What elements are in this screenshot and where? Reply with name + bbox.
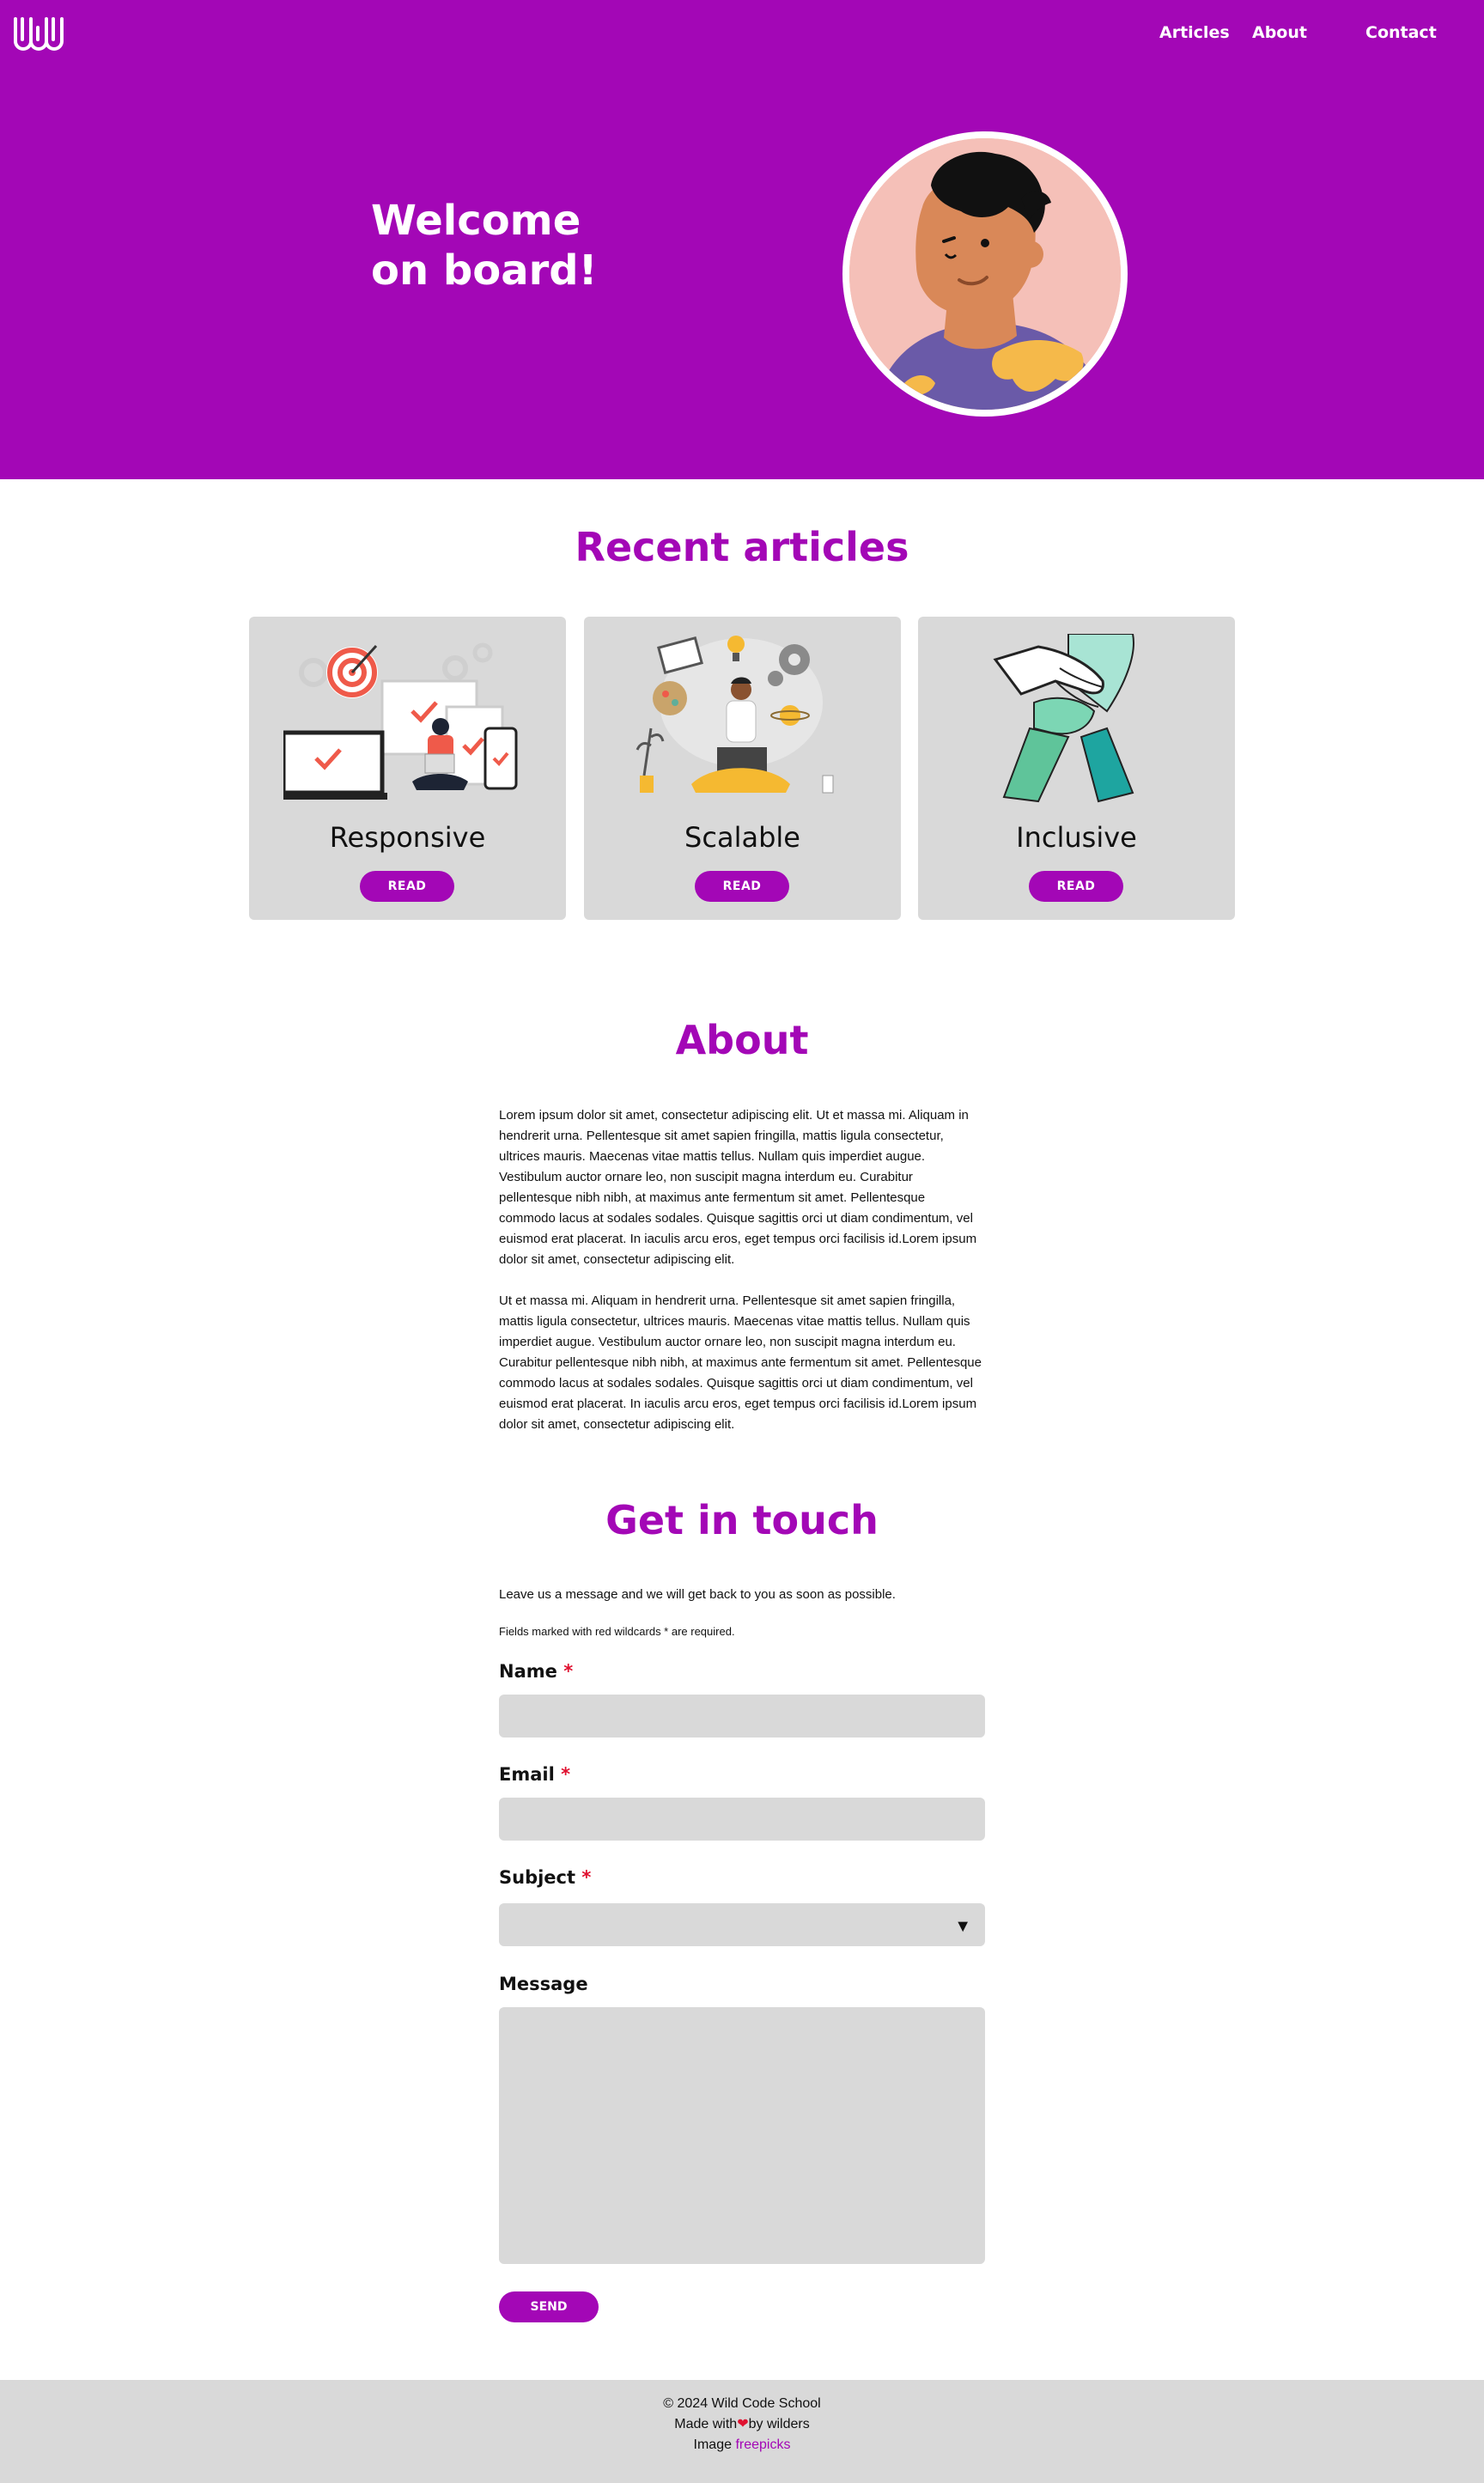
- article-card-inclusive: Inclusive READ: [918, 617, 1235, 920]
- required-asterisk: *: [561, 1764, 571, 1785]
- subject-label: Subject *: [499, 1867, 591, 1888]
- made-with-prefix: Made with: [674, 2417, 738, 2431]
- message-label-text: Message: [499, 1974, 588, 1994]
- name-label: Name *: [499, 1661, 573, 1682]
- about-paragraph: Ut et massa mi. Aliquam in hendrerit urn…: [499, 1293, 982, 1432]
- card-title: Scalable: [684, 821, 800, 854]
- card-title: Inclusive: [1016, 821, 1137, 854]
- hero-header: Articles About Contact Welcome on board!: [0, 0, 1484, 479]
- wild-code-school-logo[interactable]: [10, 9, 72, 60]
- chevron-down-icon: ▼: [954, 1917, 971, 1936]
- hero-title: Welcome on board!: [371, 196, 629, 295]
- email-label-text: Email: [499, 1764, 555, 1785]
- contact-intro: Leave us a message and we will get back …: [499, 1587, 896, 1602]
- about-text: Lorem ipsum dolor sit amet, consectetur …: [499, 1105, 985, 1435]
- required-note: Fields marked with red wildcards * are r…: [499, 1625, 735, 1638]
- name-label-text: Name: [499, 1661, 557, 1682]
- image-credit-prefix: Image: [693, 2437, 732, 2452]
- nav-articles-link[interactable]: Articles: [1159, 23, 1230, 42]
- name-field[interactable]: [499, 1695, 985, 1737]
- about-paragraph: Lorem ipsum dolor sit amet, consectetur …: [499, 1108, 977, 1267]
- subject-label-text: Subject: [499, 1867, 576, 1888]
- footer: © 2024 Wild Code School Made with❤by wil…: [0, 2380, 1484, 2483]
- send-button[interactable]: SEND: [499, 2291, 599, 2322]
- hero-avatar-image: [842, 131, 1128, 417]
- contact-section-title: Get in touch: [605, 1497, 879, 1543]
- read-button[interactable]: READ: [695, 871, 789, 902]
- hero-title-line2: on board!: [371, 246, 598, 295]
- article-card-responsive: Responsive READ: [249, 617, 566, 920]
- email-field[interactable]: [499, 1798, 985, 1841]
- articles-section-title: Recent articles: [575, 524, 909, 570]
- message-label: Message: [499, 1974, 588, 1994]
- freepicks-link[interactable]: freepicks: [735, 2437, 790, 2452]
- email-label: Email *: [499, 1764, 570, 1785]
- read-button[interactable]: READ: [360, 871, 454, 902]
- article-card-scalable: Scalable READ: [584, 617, 901, 920]
- made-with-suffix: by wilders: [748, 2417, 810, 2431]
- nav-about-link[interactable]: About: [1252, 23, 1307, 42]
- required-asterisk: *: [581, 1867, 592, 1888]
- inclusive-illustration: [993, 634, 1134, 803]
- heart-icon: ❤: [737, 2417, 749, 2431]
- required-asterisk: *: [563, 1661, 574, 1682]
- scalable-illustration: [636, 636, 834, 794]
- responsive-illustration: [283, 642, 518, 800]
- footer-made-with: Made with❤by wilders: [0, 2414, 1484, 2435]
- card-title: Responsive: [329, 821, 486, 854]
- subject-select[interactable]: ▼: [499, 1903, 985, 1946]
- footer-copyright: © 2024 Wild Code School: [663, 2396, 821, 2411]
- message-textarea[interactable]: [499, 2007, 985, 2264]
- about-section-title: About: [675, 1017, 809, 1063]
- nav-contact-link[interactable]: Contact: [1365, 23, 1437, 42]
- avatar-illustration: [849, 138, 1121, 410]
- hero-title-line1: Welcome: [371, 197, 581, 245]
- footer-image-credit: Image freepicks: [0, 2435, 1484, 2456]
- read-button[interactable]: READ: [1029, 871, 1123, 902]
